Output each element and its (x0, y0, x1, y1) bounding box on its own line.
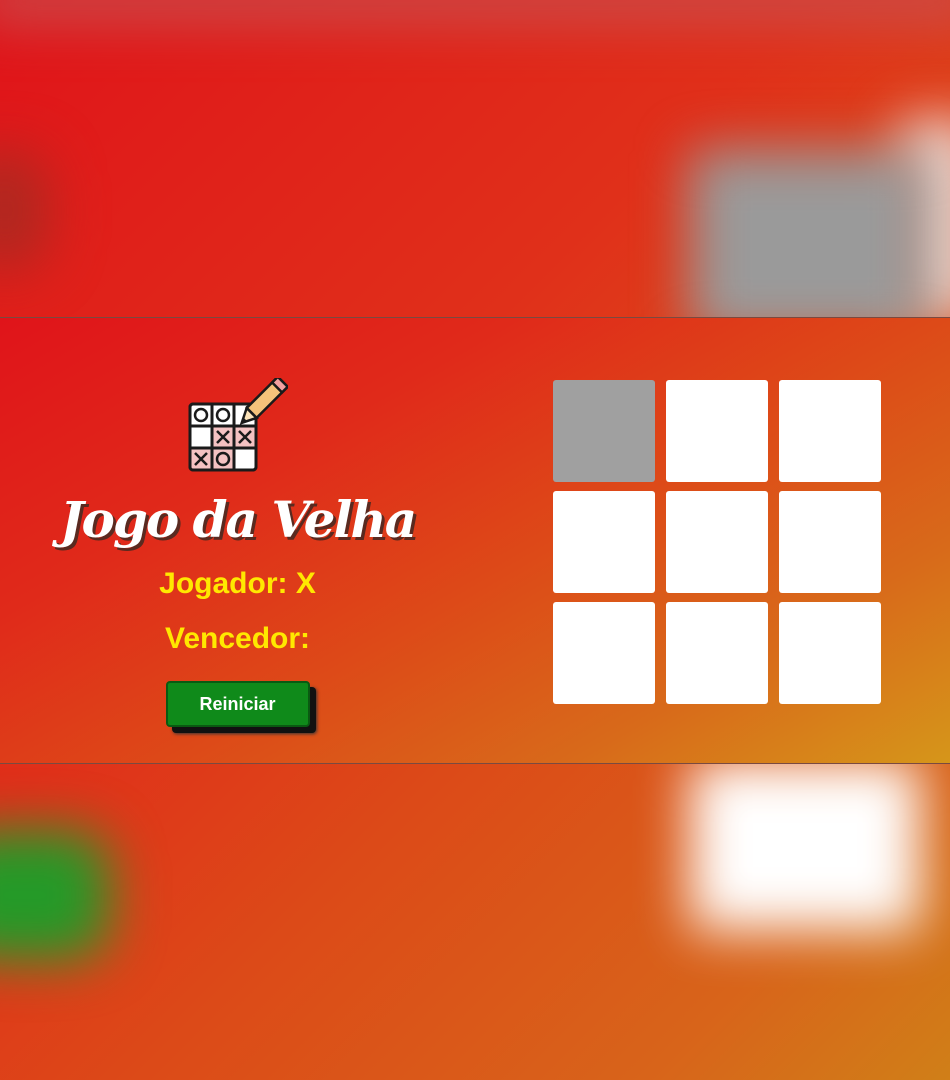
background-blur-gray-cell (690, 150, 930, 340)
game-panel: Jogo da Velha Jogador: X Vencedor: Reini… (0, 317, 950, 764)
background-blur-white-cell (690, 760, 920, 930)
board-cell[interactable] (779, 380, 881, 482)
tic-tac-toe-pencil-icon (188, 378, 288, 472)
game-info: Jogo da Velha Jogador: X Vencedor: Reini… (60, 378, 417, 727)
board-cell[interactable] (666, 380, 768, 482)
current-player-label: Jogador: X (159, 567, 316, 600)
background-blur-top (0, 0, 950, 20)
game-title: Jogo da Velha (59, 490, 417, 549)
board-cell[interactable] (666, 491, 768, 593)
board-cell[interactable] (553, 602, 655, 704)
board-cell[interactable] (779, 602, 881, 704)
board-cell[interactable] (553, 491, 655, 593)
winner-label: Vencedor: (164, 622, 311, 655)
board-cell[interactable] (779, 491, 881, 593)
board-cell[interactable] (553, 380, 655, 482)
board-cell[interactable] (666, 602, 768, 704)
background-blur-green-button (0, 830, 110, 960)
game-board (553, 380, 881, 704)
background-blur-left (0, 150, 50, 270)
restart-button[interactable]: Reiniciar (165, 681, 310, 727)
